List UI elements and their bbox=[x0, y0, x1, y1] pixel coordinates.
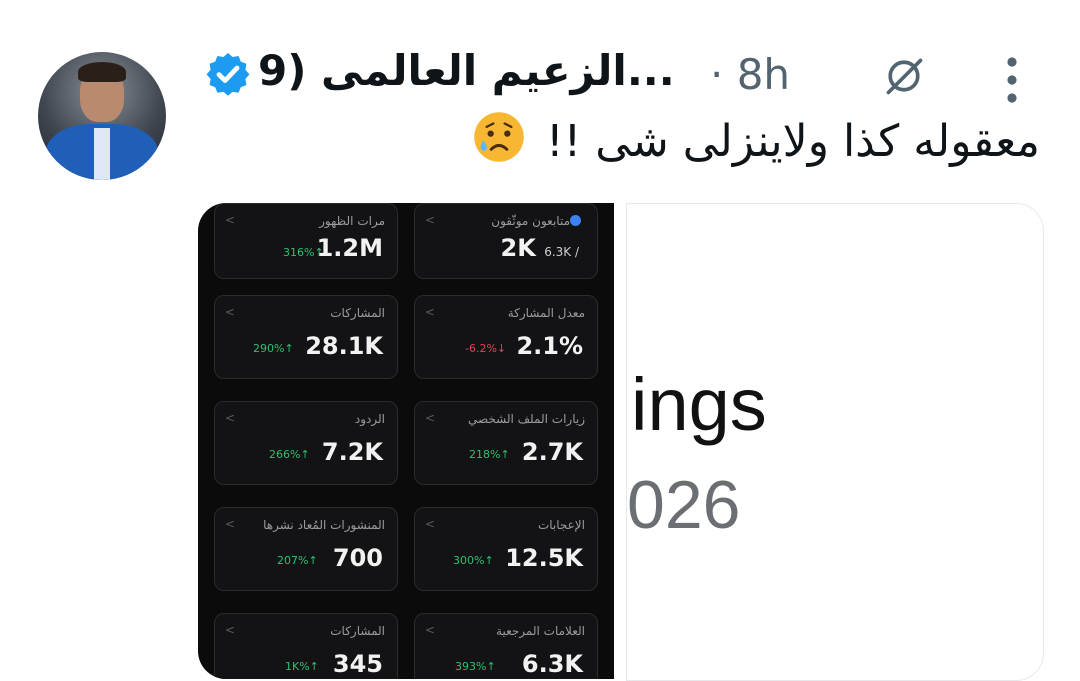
tile-value: 1.2M bbox=[316, 234, 383, 262]
analytics-tile: < مرات الظهور 1.2M 316%↑ bbox=[214, 203, 398, 279]
chevron-left-icon: < bbox=[225, 305, 236, 319]
tile-label-text: متابعون موثّقون bbox=[491, 214, 570, 228]
tile-value: 345 bbox=[332, 650, 383, 678]
avatar-hair bbox=[78, 62, 126, 82]
tile-label: المشاركات bbox=[330, 306, 385, 320]
tile-value: 2.7K bbox=[521, 438, 583, 466]
tile-delta: 218%↑ bbox=[469, 448, 510, 461]
tile-value: 12.5K bbox=[505, 544, 583, 572]
tweet-header: الزعيم العالمى (9... · 8h bbox=[200, 46, 1080, 106]
verified-badge-icon bbox=[570, 215, 581, 226]
tile-value: 6.3K bbox=[521, 650, 583, 678]
sad-sweat-face-icon bbox=[474, 112, 524, 162]
tile-delta: 207%↑ bbox=[277, 554, 318, 567]
chevron-left-icon: < bbox=[425, 517, 436, 531]
tweet-timestamp[interactable]: · 8h bbox=[710, 50, 790, 99]
tile-value: 28.1K bbox=[305, 332, 383, 360]
analytics-screenshot[interactable]: < مرات الظهور 1.2M 316%↑ < متابعون موثّق… bbox=[198, 203, 614, 679]
image-text-line2: 026 bbox=[627, 467, 741, 543]
chevron-left-icon: < bbox=[425, 623, 436, 637]
tile-value: 700 bbox=[332, 544, 383, 572]
tile-delta: 1K%↑ bbox=[285, 660, 319, 673]
tile-delta: 266%↑ bbox=[269, 448, 310, 461]
tile-label: متابعون موثّقون bbox=[491, 214, 585, 228]
tweet-text-content: معقوله كذا ولاينزلى شى !! bbox=[545, 116, 1040, 167]
author-name[interactable]: الزعيم العالمى (9... bbox=[258, 46, 675, 95]
tile-label: الإعجابات bbox=[537, 518, 585, 532]
tile-label: المنشورات المُعاد نشرها bbox=[263, 518, 385, 532]
image-text-line1: ings bbox=[631, 363, 767, 446]
tile-value: 7.2K bbox=[321, 438, 383, 466]
analytics-tile: < متابعون موثّقون 2K 6.3K / bbox=[414, 203, 598, 279]
tweet-text: معقوله كذا ولاينزلى شى !! bbox=[472, 110, 1040, 167]
tile-label: معدل المشاركة bbox=[507, 306, 585, 320]
chevron-left-icon: < bbox=[225, 623, 236, 637]
chevron-left-icon: < bbox=[225, 517, 236, 531]
analytics-tile: < الإعجابات 12.5K 300%↑ bbox=[414, 507, 598, 591]
tile-delta: 290%↑ bbox=[253, 342, 294, 355]
analytics-tile: < المشاركات 345 1K%↑ bbox=[214, 613, 398, 679]
tile-delta: 393%↑ bbox=[455, 660, 496, 673]
second-image[interactable]: ings 026 bbox=[626, 203, 1044, 681]
tile-value-number: 2K bbox=[500, 234, 536, 262]
chevron-left-icon: < bbox=[225, 213, 236, 227]
tile-delta: 300%↑ bbox=[453, 554, 494, 567]
analytics-tile: < معدل المشاركة 2.1% -6.2%↓ bbox=[414, 295, 598, 379]
analytics-tile: < المشاركات 28.1K 290%↑ bbox=[214, 295, 398, 379]
tile-value-sub: 6.3K / bbox=[544, 245, 579, 259]
chevron-left-icon: < bbox=[425, 213, 436, 227]
analytics-tile: < الردود 7.2K 266%↑ bbox=[214, 401, 398, 485]
chevron-left-icon: < bbox=[425, 411, 436, 425]
tile-label: مرات الظهور bbox=[319, 214, 385, 228]
chevron-left-icon: < bbox=[225, 411, 236, 425]
tile-label: المشاركات bbox=[330, 624, 385, 638]
tile-label: زيارات الملف الشخصي bbox=[467, 412, 585, 426]
tile-delta: 316%↑ bbox=[283, 246, 324, 259]
tweet-media[interactable]: < مرات الظهور 1.2M 316%↑ < متابعون موثّق… bbox=[198, 203, 1044, 681]
author-avatar[interactable] bbox=[38, 52, 166, 180]
chevron-left-icon: < bbox=[425, 305, 436, 319]
avatar-jersey-stripe bbox=[94, 128, 110, 180]
analytics-tile: < المنشورات المُعاد نشرها 700 207%↑ bbox=[214, 507, 398, 591]
analytics-tile: < زيارات الملف الشخصي 2.7K 218%↑ bbox=[414, 401, 598, 485]
analytics-tile: < العلامات المرجعية 6.3K 393%↑ bbox=[414, 613, 598, 679]
grok-icon[interactable] bbox=[882, 54, 926, 98]
tile-label: الردود bbox=[354, 412, 385, 426]
tile-label: العلامات المرجعية bbox=[496, 624, 585, 638]
more-vertical-icon[interactable] bbox=[1006, 54, 1018, 106]
tile-delta: -6.2%↓ bbox=[465, 342, 507, 355]
verified-badge-icon bbox=[206, 53, 250, 96]
tile-value: 2.1% bbox=[516, 332, 583, 360]
tile-value: 2K 6.3K / bbox=[501, 234, 583, 262]
